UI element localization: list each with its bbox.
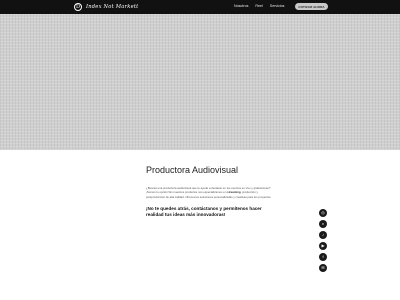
vimeo-icon[interactable]: v bbox=[319, 220, 327, 228]
hero-banner bbox=[0, 14, 400, 150]
nav-link-nosotros[interactable]: Nosotros bbox=[234, 4, 248, 8]
nav-link-servicios[interactable]: Servicios bbox=[270, 4, 285, 8]
logo[interactable]: D Index Not Markett bbox=[74, 2, 138, 12]
section-title: Productora Audiovisual bbox=[146, 165, 239, 175]
tiktok-icon[interactable]: ♪ bbox=[319, 231, 327, 239]
logo-mark: D bbox=[74, 3, 82, 11]
logo-text: Index Not Markett bbox=[86, 4, 139, 10]
call-to-action-text: ¡No te quedes atrás, contáctanos y permí… bbox=[146, 205, 262, 217]
social-links: ◎ v ♪ ▶ f ✉ bbox=[319, 209, 327, 272]
nav-links: Nosotros Reel Servicios bbox=[234, 4, 291, 8]
email-icon[interactable]: ✉ bbox=[319, 264, 327, 272]
facebook-icon[interactable]: f bbox=[319, 253, 327, 261]
youtube-icon[interactable]: ▶ bbox=[319, 242, 327, 250]
instagram-icon[interactable]: ◎ bbox=[319, 209, 327, 217]
nav-link-reel[interactable]: Reel bbox=[255, 4, 262, 8]
navbar: D Index Not Markett Nosotros Reel Servic… bbox=[0, 0, 400, 14]
quote-button[interactable]: COTIZAR AHORA bbox=[295, 3, 328, 10]
section-description: ¿Buscas una productora audiovisual que t… bbox=[146, 186, 272, 199]
intro-section: Productora Audiovisual ¿Buscas una produ… bbox=[146, 165, 276, 217]
